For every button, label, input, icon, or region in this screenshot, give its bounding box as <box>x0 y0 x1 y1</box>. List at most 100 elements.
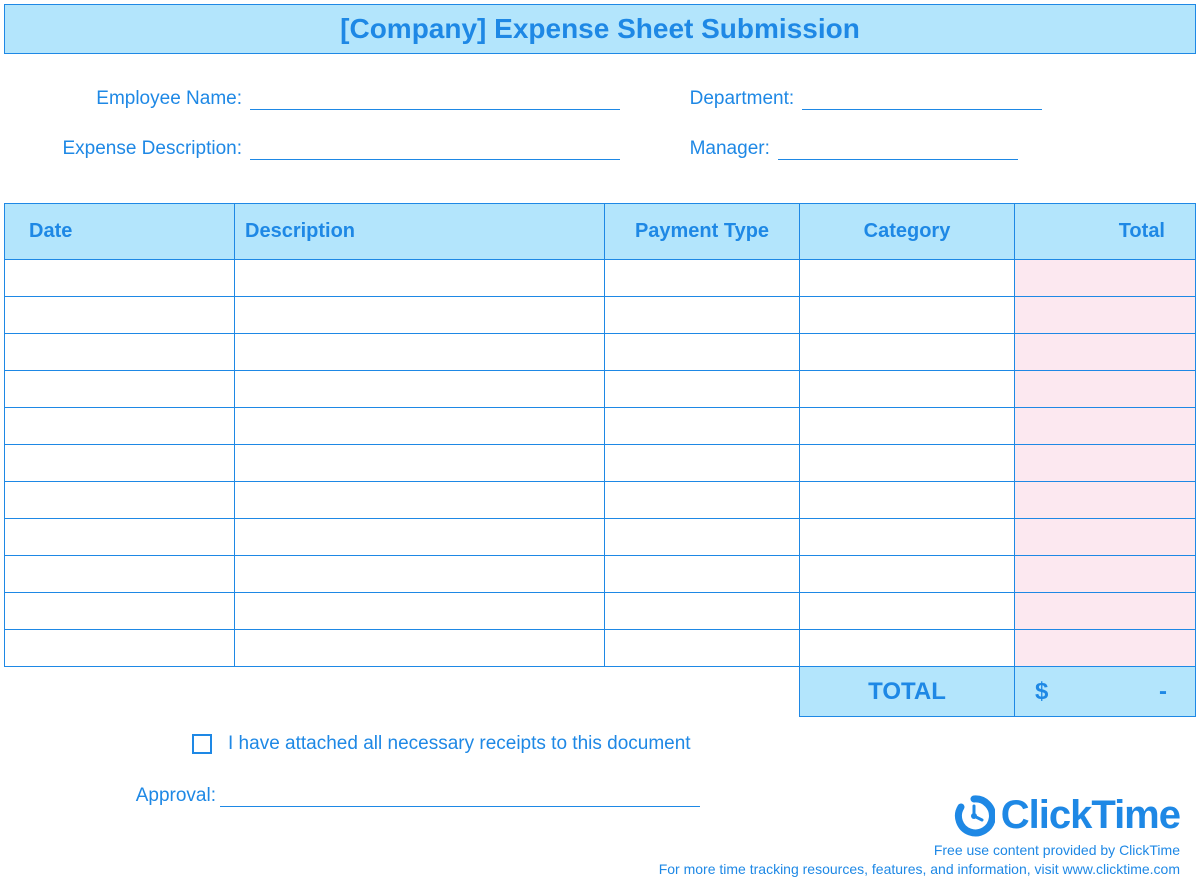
header-payment-type: Payment Type <box>605 204 800 260</box>
cell-date[interactable] <box>5 297 235 334</box>
cell-description[interactable] <box>235 260 605 297</box>
cell-date[interactable] <box>5 556 235 593</box>
receipts-checkbox-row: I have attached all necessary receipts t… <box>0 717 1200 755</box>
cell-date[interactable] <box>5 371 235 408</box>
cell-date[interactable] <box>5 408 235 445</box>
table-row <box>5 334 1196 371</box>
receipts-checkbox-label: I have attached all necessary receipts t… <box>228 733 691 755</box>
footer-line-2: For more time tracking resources, featur… <box>659 860 1180 880</box>
cell-date[interactable] <box>5 593 235 630</box>
cell-description[interactable] <box>235 445 605 482</box>
cell-total[interactable] <box>1015 556 1196 593</box>
cell-payment-type[interactable] <box>605 371 800 408</box>
info-row-1: Employee Name: Department: <box>40 88 1160 110</box>
cell-total[interactable] <box>1015 297 1196 334</box>
cell-payment-type[interactable] <box>605 482 800 519</box>
header-description: Description <box>235 204 605 260</box>
department-field: Department: <box>690 88 1160 110</box>
total-currency: $ <box>1035 678 1048 706</box>
total-value: $ - <box>1015 667 1196 717</box>
cell-category[interactable] <box>800 519 1015 556</box>
table-row <box>5 630 1196 667</box>
expense-description-field: Expense Description: <box>40 138 690 160</box>
page-title: [Company] Expense Sheet Submission <box>4 4 1196 54</box>
cell-payment-type[interactable] <box>605 556 800 593</box>
header-total: Total <box>1015 204 1196 260</box>
cell-payment-type[interactable] <box>605 334 800 371</box>
cell-total[interactable] <box>1015 593 1196 630</box>
table-row <box>5 408 1196 445</box>
cell-description[interactable] <box>235 556 605 593</box>
cell-description[interactable] <box>235 482 605 519</box>
manager-input[interactable] <box>778 138 1018 160</box>
department-label: Department: <box>690 88 803 110</box>
cell-payment-type[interactable] <box>605 408 800 445</box>
cell-description[interactable] <box>235 519 605 556</box>
total-amount: - <box>1159 678 1167 706</box>
table-row <box>5 371 1196 408</box>
cell-date[interactable] <box>5 445 235 482</box>
table-row <box>5 445 1196 482</box>
cell-date[interactable] <box>5 482 235 519</box>
info-row-2: Expense Description: Manager: <box>40 138 1160 160</box>
cell-category[interactable] <box>800 556 1015 593</box>
cell-category[interactable] <box>800 408 1015 445</box>
cell-description[interactable] <box>235 371 605 408</box>
approval-input[interactable] <box>220 785 700 807</box>
table-row <box>5 260 1196 297</box>
cell-description[interactable] <box>235 630 605 667</box>
cell-payment-type[interactable] <box>605 260 800 297</box>
cell-date[interactable] <box>5 334 235 371</box>
employee-name-field: Employee Name: <box>40 88 690 110</box>
table-row <box>5 482 1196 519</box>
cell-payment-type[interactable] <box>605 445 800 482</box>
employee-name-input[interactable] <box>250 88 620 110</box>
cell-description[interactable] <box>235 408 605 445</box>
table-header-row: Date Description Payment Type Category T… <box>5 204 1196 260</box>
clicktime-logo-text: ClickTime <box>1001 793 1180 838</box>
cell-total[interactable] <box>1015 334 1196 371</box>
expense-table: Date Description Payment Type Category T… <box>4 203 1196 717</box>
employee-name-label: Employee Name: <box>40 88 250 110</box>
cell-date[interactable] <box>5 260 235 297</box>
cell-category[interactable] <box>800 445 1015 482</box>
cell-total[interactable] <box>1015 260 1196 297</box>
approval-label: Approval: <box>0 785 220 807</box>
cell-date[interactable] <box>5 519 235 556</box>
cell-description[interactable] <box>235 334 605 371</box>
cell-total[interactable] <box>1015 519 1196 556</box>
cell-category[interactable] <box>800 260 1015 297</box>
cell-total[interactable] <box>1015 408 1196 445</box>
cell-date[interactable] <box>5 630 235 667</box>
cell-category[interactable] <box>800 630 1015 667</box>
footer: Free use content provided by ClickTime F… <box>659 841 1180 880</box>
cell-category[interactable] <box>800 482 1015 519</box>
expense-description-label: Expense Description: <box>40 138 250 160</box>
cell-category[interactable] <box>800 297 1015 334</box>
department-input[interactable] <box>802 88 1042 110</box>
cell-payment-type[interactable] <box>605 593 800 630</box>
cell-payment-type[interactable] <box>605 297 800 334</box>
receipts-checkbox[interactable] <box>192 734 212 754</box>
total-spacer <box>5 667 800 717</box>
info-section: Employee Name: Department: Expense Descr… <box>0 58 1200 203</box>
cell-category[interactable] <box>800 334 1015 371</box>
cell-description[interactable] <box>235 593 605 630</box>
cell-payment-type[interactable] <box>605 630 800 667</box>
cell-category[interactable] <box>800 593 1015 630</box>
table-row <box>5 556 1196 593</box>
clicktime-clock-icon <box>953 795 995 837</box>
manager-label: Manager: <box>690 138 778 160</box>
cell-payment-type[interactable] <box>605 519 800 556</box>
total-label: TOTAL <box>800 667 1015 717</box>
cell-category[interactable] <box>800 371 1015 408</box>
manager-field: Manager: <box>690 138 1160 160</box>
cell-total[interactable] <box>1015 371 1196 408</box>
cell-total[interactable] <box>1015 630 1196 667</box>
cell-total[interactable] <box>1015 482 1196 519</box>
cell-description[interactable] <box>235 297 605 334</box>
cell-total[interactable] <box>1015 445 1196 482</box>
header-category: Category <box>800 204 1015 260</box>
clicktime-logo: ClickTime <box>953 793 1180 838</box>
expense-description-input[interactable] <box>250 138 620 160</box>
